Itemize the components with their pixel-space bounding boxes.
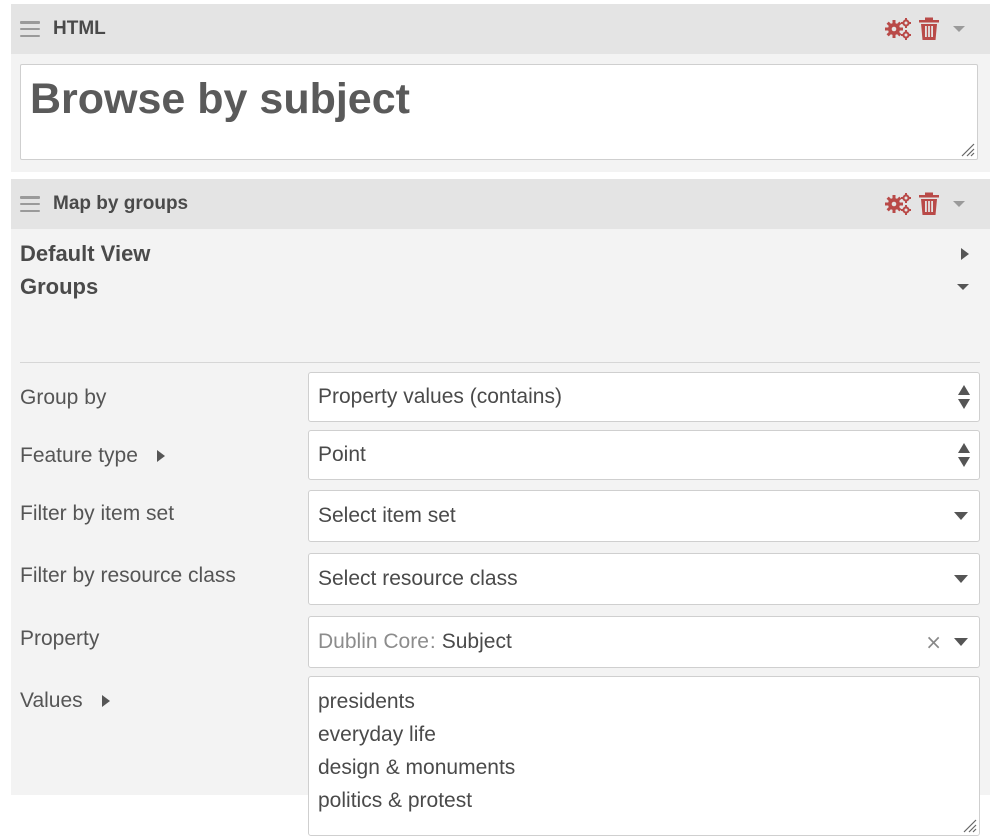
caret-right-icon[interactable] [101, 694, 111, 708]
html-block-body: Browse by subject [11, 54, 990, 172]
filter-resource-class-label: Filter by resource class [20, 564, 236, 587]
divider [20, 362, 980, 363]
caret-down-icon [954, 575, 968, 583]
html-editor[interactable]: Browse by subject [20, 64, 978, 160]
filter-resource-class-value: Select resource class [318, 567, 518, 590]
filter-item-set-select[interactable]: Select item set [308, 490, 980, 542]
trash-icon[interactable] [918, 17, 940, 41]
group-by-label: Group by [20, 386, 107, 409]
group-by-value: Property values (contains) [318, 385, 562, 408]
resize-grip-icon[interactable] [961, 817, 977, 833]
caret-down-icon[interactable] [954, 638, 968, 646]
caret-down-icon[interactable] [952, 24, 966, 34]
property-select[interactable]: Dublin Core : Subject × [308, 616, 980, 668]
property-separator: : [429, 630, 436, 653]
filter-item-set-value: Select item set [318, 504, 456, 527]
feature-type-value: Point [318, 443, 366, 466]
gears-icon[interactable] [884, 17, 912, 41]
section-label-default-view: Default View [20, 241, 151, 266]
map-block: Map by groups Default View Groups Group … [11, 179, 990, 836]
property-label: Property [20, 627, 100, 650]
gears-icon[interactable] [884, 192, 912, 216]
field-label-values: Values [20, 689, 111, 713]
field-label-group-by: Group by [20, 386, 106, 410]
field-label-filter-item-set: Filter by item set [20, 502, 174, 526]
feature-type-select[interactable]: Point [308, 430, 980, 480]
values-label: Values [20, 689, 83, 712]
section-label-groups: Groups [20, 274, 99, 299]
field-label-filter-resource-class: Filter by resource class [20, 564, 236, 588]
caret-right-icon[interactable] [960, 247, 970, 261]
drag-handle-icon[interactable] [20, 196, 40, 212]
property-value: Subject [441, 630, 512, 653]
html-block: HTML Browse by subject [11, 4, 990, 172]
field-label-property: Property [20, 627, 99, 651]
trash-icon[interactable] [918, 192, 940, 216]
values-line: design & monuments [318, 756, 516, 779]
map-block-body: Default View Groups Group by Property va… [11, 229, 990, 836]
caret-right-icon[interactable] [156, 449, 166, 463]
html-editor-content[interactable]: Browse by subject [30, 75, 410, 124]
field-label-feature-type: Feature type [20, 444, 166, 468]
values-line: everyday life [318, 723, 436, 746]
resize-grip-icon[interactable] [959, 141, 975, 157]
group-by-select[interactable]: Property values (contains) [308, 372, 980, 422]
section-toggle-default-view[interactable]: Default View [20, 238, 970, 270]
html-block-actions [884, 4, 990, 54]
filter-item-set-label: Filter by item set [20, 502, 175, 525]
section-toggle-groups[interactable]: Groups [20, 271, 970, 303]
updown-arrows-icon [958, 443, 970, 467]
caret-down-icon[interactable] [956, 282, 970, 292]
caret-down-icon [954, 512, 968, 520]
html-block-title: HTML [53, 18, 106, 39]
drag-handle-icon[interactable] [20, 21, 40, 37]
filter-resource-class-select[interactable]: Select resource class [308, 553, 980, 605]
values-textarea[interactable]: presidents everyday life design & monume… [308, 676, 980, 836]
map-block-title: Map by groups [53, 193, 189, 214]
map-block-header: Map by groups [11, 179, 990, 229]
clear-icon[interactable]: × [925, 630, 942, 654]
caret-down-icon[interactable] [952, 199, 966, 209]
feature-type-label: Feature type [20, 444, 138, 467]
values-line: politics & protest [318, 789, 473, 812]
map-block-actions [884, 179, 990, 229]
html-block-header: HTML [11, 4, 990, 54]
updown-arrows-icon [958, 385, 970, 409]
values-line: presidents [318, 690, 415, 713]
property-vocabulary: Dublin Core [318, 630, 429, 653]
